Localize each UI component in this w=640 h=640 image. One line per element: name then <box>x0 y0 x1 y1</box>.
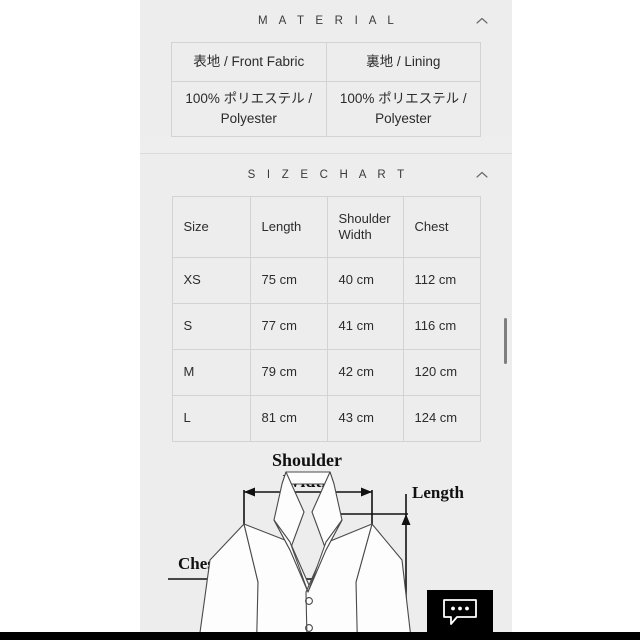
material-table: 表地 / Front Fabric 裏地 / Lining 100% ポリエステ… <box>171 42 481 137</box>
bottom-black-bar <box>0 632 640 640</box>
page-scrollbar-thumb[interactable] <box>504 318 507 364</box>
material-value-lining: 100% ポリエステル / Polyester <box>325 81 481 137</box>
jacket-illustration <box>199 471 412 634</box>
size-chart-section: S I Z E C H A R T Size Length Shoulder W… <box>140 153 512 634</box>
chat-bubble-ellipsis-icon <box>440 597 480 627</box>
product-detail-screen: M A T E R I A L 表地 / Front Fabric 裏地 / L… <box>0 0 640 640</box>
size-chart-section-title: S I Z E C H A R T <box>247 169 409 181</box>
table-row: L 81 cm 43 cm 124 cm <box>171 395 481 442</box>
chat-support-button[interactable] <box>427 590 493 634</box>
size-cell: 79 cm <box>249 349 328 396</box>
size-cell: 116 cm <box>402 303 481 350</box>
size-cell: 43 cm <box>326 395 404 442</box>
size-cell: 42 cm <box>326 349 404 396</box>
table-row: 100% ポリエステル / Polyester 100% ポリエステル / Po… <box>171 81 481 137</box>
size-cell: M <box>171 349 251 396</box>
size-chart-header-length: Length <box>249 196 328 258</box>
size-cell: 41 cm <box>326 303 404 350</box>
table-header-row: Size Length Shoulder Width Chest <box>171 196 481 258</box>
table-row: S 77 cm 41 cm 116 cm <box>171 303 481 350</box>
size-chart-header-shoulder-width: Shoulder Width <box>326 196 404 258</box>
page-scrollbar-track[interactable] <box>504 0 510 634</box>
size-cell: 124 cm <box>402 395 481 442</box>
material-section-title: M A T E R I A L <box>258 15 398 27</box>
size-cell: 112 cm <box>402 257 481 304</box>
size-cell: 40 cm <box>326 257 404 304</box>
material-header-lining: 裏地 / Lining <box>325 42 481 82</box>
size-chart-header-size: Size <box>171 196 251 258</box>
left-page-gutter <box>0 0 140 640</box>
scrollable-content-column[interactable]: M A T E R I A L 表地 / Front Fabric 裏地 / L… <box>140 0 512 634</box>
shoulder-width-label-line1: Shoulder <box>272 450 342 470</box>
size-cell: 81 cm <box>249 395 328 442</box>
right-page-gutter <box>512 0 640 640</box>
size-chart-section-header[interactable]: S I Z E C H A R T <box>140 154 512 196</box>
material-section: M A T E R I A L 表地 / Front Fabric 裏地 / L… <box>140 0 512 137</box>
table-row: M 79 cm 42 cm 120 cm <box>171 349 481 396</box>
table-row: 表地 / Front Fabric 裏地 / Lining <box>171 42 481 82</box>
table-row: XS 75 cm 40 cm 112 cm <box>171 257 481 304</box>
size-cell: S <box>171 303 251 350</box>
size-chart-table: Size Length Shoulder Width Chest XS 75 c… <box>171 196 481 442</box>
material-value-front-fabric: 100% ポリエステル / Polyester <box>171 81 327 137</box>
size-chart-header-chest: Chest <box>402 196 481 258</box>
length-label: Length <box>412 483 465 502</box>
material-section-header[interactable]: M A T E R I A L <box>140 0 512 42</box>
size-cell: 120 cm <box>402 349 481 396</box>
size-cell: 77 cm <box>249 303 328 350</box>
material-header-front-fabric: 表地 / Front Fabric <box>171 42 327 82</box>
size-cell: 75 cm <box>249 257 328 304</box>
chevron-up-icon[interactable] <box>474 13 490 29</box>
chevron-up-icon[interactable] <box>474 167 490 183</box>
size-cell: XS <box>171 257 251 304</box>
size-cell: L <box>171 395 251 442</box>
